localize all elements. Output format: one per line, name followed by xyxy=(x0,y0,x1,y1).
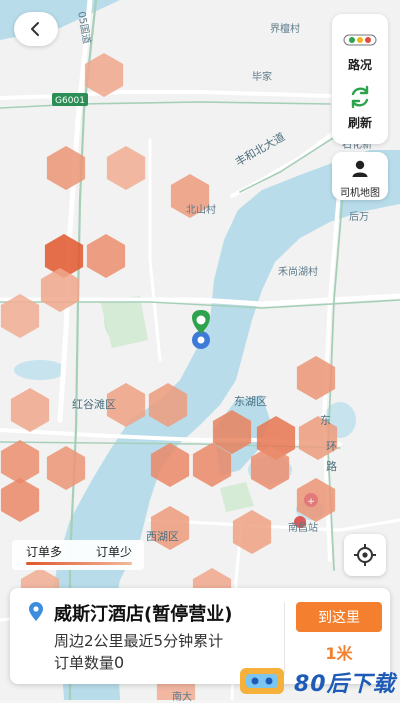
map-label-nanchang: 南昌站 xyxy=(288,523,318,534)
refresh-button[interactable]: 刷新 xyxy=(332,82,388,138)
map-label-bijia: 毕家 xyxy=(252,72,272,83)
driver-map-label: 司机地图 xyxy=(340,188,380,199)
map-label-jietang: 界檀村 xyxy=(270,24,300,35)
svg-text:+: + xyxy=(307,497,315,507)
legend-gradient-bar xyxy=(26,562,132,565)
distance-value: 1米 xyxy=(325,644,353,663)
heat-legend: 订单多 订单少 xyxy=(12,540,144,570)
map-label-huan: 环 xyxy=(326,440,337,453)
g6001-shield: G6001 xyxy=(52,93,88,106)
order-stats-line2: 订单数量0 xyxy=(54,652,124,673)
chevron-left-icon xyxy=(31,22,39,36)
order-stats-line1: 周边2公里最近5分钟累计 xyxy=(54,632,224,650)
legend-more-label: 订单多 xyxy=(26,545,63,559)
map-label-xihu: 西湖区 xyxy=(146,530,179,543)
back-button[interactable] xyxy=(14,12,58,46)
legend-less-label: 订单少 xyxy=(96,545,133,559)
site-watermark: 80后下载 xyxy=(236,664,396,698)
hospital-icon: + xyxy=(304,493,318,507)
order-count-label: 订单数量 xyxy=(54,654,115,672)
hotel-name: 威斯汀酒店(暂停营业) xyxy=(54,604,233,625)
driver-icon xyxy=(352,160,368,177)
map-label-dong: 东 xyxy=(320,414,331,427)
map-label-houwan: 后万 xyxy=(349,212,369,223)
traffic-light-icon xyxy=(343,34,377,46)
map-label-donghu: 东湖区 xyxy=(234,395,267,408)
locate-button[interactable] xyxy=(344,534,386,576)
map-label-hecang: 禾尚湖村 xyxy=(278,267,318,278)
refresh-icon xyxy=(351,85,369,109)
traffic-toggle[interactable]: 路况 xyxy=(332,24,388,80)
map-controls: 路况 刷新 xyxy=(332,14,388,144)
traffic-label: 路况 xyxy=(347,58,372,72)
watermark-text: 80后下载 xyxy=(294,672,396,697)
map-label-nanda: 南大 xyxy=(172,692,192,703)
driver-map-button[interactable]: 司机地图 xyxy=(332,152,388,200)
navigate-here-button[interactable]: 到这里 xyxy=(296,602,382,632)
g6001-label: G6001 xyxy=(55,96,85,106)
watermark-robot-icon xyxy=(240,668,284,694)
map-label-honggutan: 红谷滩区 xyxy=(72,398,116,411)
order-count-value: 0 xyxy=(114,653,125,672)
map-label-beishan: 北山村 xyxy=(186,205,216,216)
location-pin-icon xyxy=(29,602,43,621)
crosshair-icon xyxy=(354,544,376,566)
refresh-label: 刷新 xyxy=(347,116,372,130)
map-label-lu: 路 xyxy=(326,460,337,473)
